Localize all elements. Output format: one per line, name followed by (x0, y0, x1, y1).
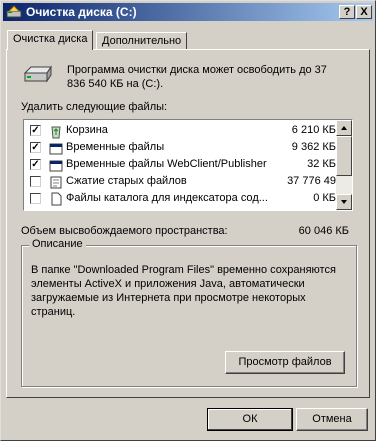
temp-files-icon (49, 143, 63, 155)
intro-text: Программа очистки диска может освободить… (67, 64, 327, 90)
file-size: 6 210 КБ (291, 124, 336, 136)
list-item[interactable]: ✓ Временные файлы WebClient/Publisher 32… (26, 156, 338, 173)
file-name: Файлы каталога для индексатора сод... (66, 192, 268, 204)
arrow-up-icon (341, 126, 347, 130)
freed-space-label: Объем высвобождаемого пространства: (21, 225, 228, 237)
list-item[interactable]: ✓ Временные файлы 9 362 КБ (26, 139, 338, 156)
files-list[interactable]: ✓ Корзина 6 210 КБ ✓ Временные файлы 9 3… (23, 119, 353, 211)
file-name: Временные файлы WebClient/Publisher (66, 158, 267, 170)
file-size: 9 362 КБ (291, 141, 336, 153)
list-scrollbar[interactable] (336, 120, 352, 210)
scroll-down-button[interactable] (336, 194, 352, 210)
checkbox[interactable]: ✓ (30, 142, 41, 153)
arrow-down-icon (341, 200, 347, 204)
help-button[interactable]: ? (339, 5, 355, 19)
tab-more-options[interactable]: Дополнительно (96, 32, 188, 50)
file-name: Временные файлы (66, 141, 165, 153)
temp-files-icon (49, 160, 63, 172)
document-icon (51, 192, 62, 206)
recycle-bin-icon (51, 126, 61, 139)
compress-icon (50, 176, 62, 189)
list-item[interactable]: Сжатие старых файлов 37 776 49 (26, 173, 338, 190)
checkbox[interactable]: ✓ (30, 159, 41, 170)
list-item[interactable]: Файлы каталога для индексатора сод... 0 … (26, 190, 338, 207)
scroll-up-button[interactable] (336, 120, 352, 136)
close-button[interactable]: X (356, 5, 372, 19)
disk-cleanup-window: Очистка диска (C:) ? X Очистка диска Доп… (0, 0, 376, 441)
description-text: В папке "Downloaded Program Files" време… (31, 264, 336, 318)
ok-button[interactable]: ОК (207, 408, 293, 431)
disk-drive-icon (23, 65, 52, 83)
checkbox[interactable]: ✓ (30, 125, 41, 136)
file-name: Корзина (66, 124, 108, 136)
checkbox[interactable] (30, 193, 41, 204)
window-title: Очистка диска (C:) (26, 5, 137, 19)
tab-label: Очистка диска (13, 33, 88, 45)
freed-space-value: 60 046 КБ (298, 225, 349, 237)
file-name: Сжатие старых файлов (66, 175, 187, 187)
file-size: 32 КБ (307, 158, 336, 170)
files-section-label: Удалить следующие файлы: (21, 101, 168, 113)
file-size: 0 КБ (313, 192, 336, 204)
cancel-button[interactable]: Отмена (296, 408, 368, 431)
tab-label: Дополнительно (102, 35, 182, 47)
file-size: 37 776 49 (287, 175, 336, 187)
description-title: Описание (29, 238, 86, 250)
scroll-thumb[interactable] (336, 136, 352, 176)
title-bar[interactable]: Очистка диска (C:) ? X (3, 3, 373, 21)
checkbox[interactable] (30, 176, 41, 187)
list-item[interactable]: ✓ Корзина 6 210 КБ (26, 122, 338, 139)
disk-cleanup-icon (6, 5, 22, 18)
view-files-button[interactable]: Просмотр файлов (225, 351, 345, 374)
tab-disk-cleanup[interactable]: Очистка диска (7, 30, 94, 50)
